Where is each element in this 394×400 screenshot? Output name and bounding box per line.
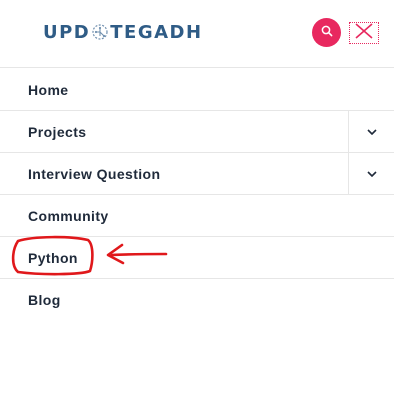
menu-item-label: Projects — [28, 123, 87, 140]
menu-item-projects[interactable]: Projects — [0, 111, 394, 153]
menu-item-python[interactable]: Python — [0, 237, 394, 279]
circuit-brain-logo-icon — [91, 23, 109, 41]
menu-item-label: Community — [28, 207, 109, 224]
close-menu-button[interactable] — [349, 22, 379, 44]
site-logo[interactable]: UPD TEGADH — [43, 21, 203, 43]
site-header: UPD TEGADH — [0, 0, 394, 68]
interview-question-submenu-toggle[interactable] — [348, 153, 394, 194]
menu-item-label: Blog — [28, 292, 61, 308]
logo-text-right: TEGADH — [110, 21, 203, 43]
menu-item-label: Home — [28, 81, 69, 98]
menu-item-home[interactable]: Home — [0, 69, 394, 111]
menu-item-label: Interview Question — [28, 165, 161, 182]
close-icon — [354, 22, 374, 44]
projects-submenu-toggle[interactable] — [348, 111, 394, 152]
menu-item-label: Python — [28, 249, 78, 266]
search-icon — [321, 24, 333, 42]
chevron-down-icon — [366, 170, 377, 177]
menu-item-blog[interactable]: Blog — [0, 279, 394, 321]
logo-text-left: UPD — [43, 21, 91, 43]
menu-item-interview-question[interactable]: Interview Question — [0, 153, 394, 195]
search-button[interactable] — [312, 18, 341, 47]
mobile-nav-menu: Home Projects Interview Question Communi… — [0, 69, 394, 321]
chevron-down-icon — [366, 128, 377, 135]
menu-item-community[interactable]: Community — [0, 195, 394, 237]
